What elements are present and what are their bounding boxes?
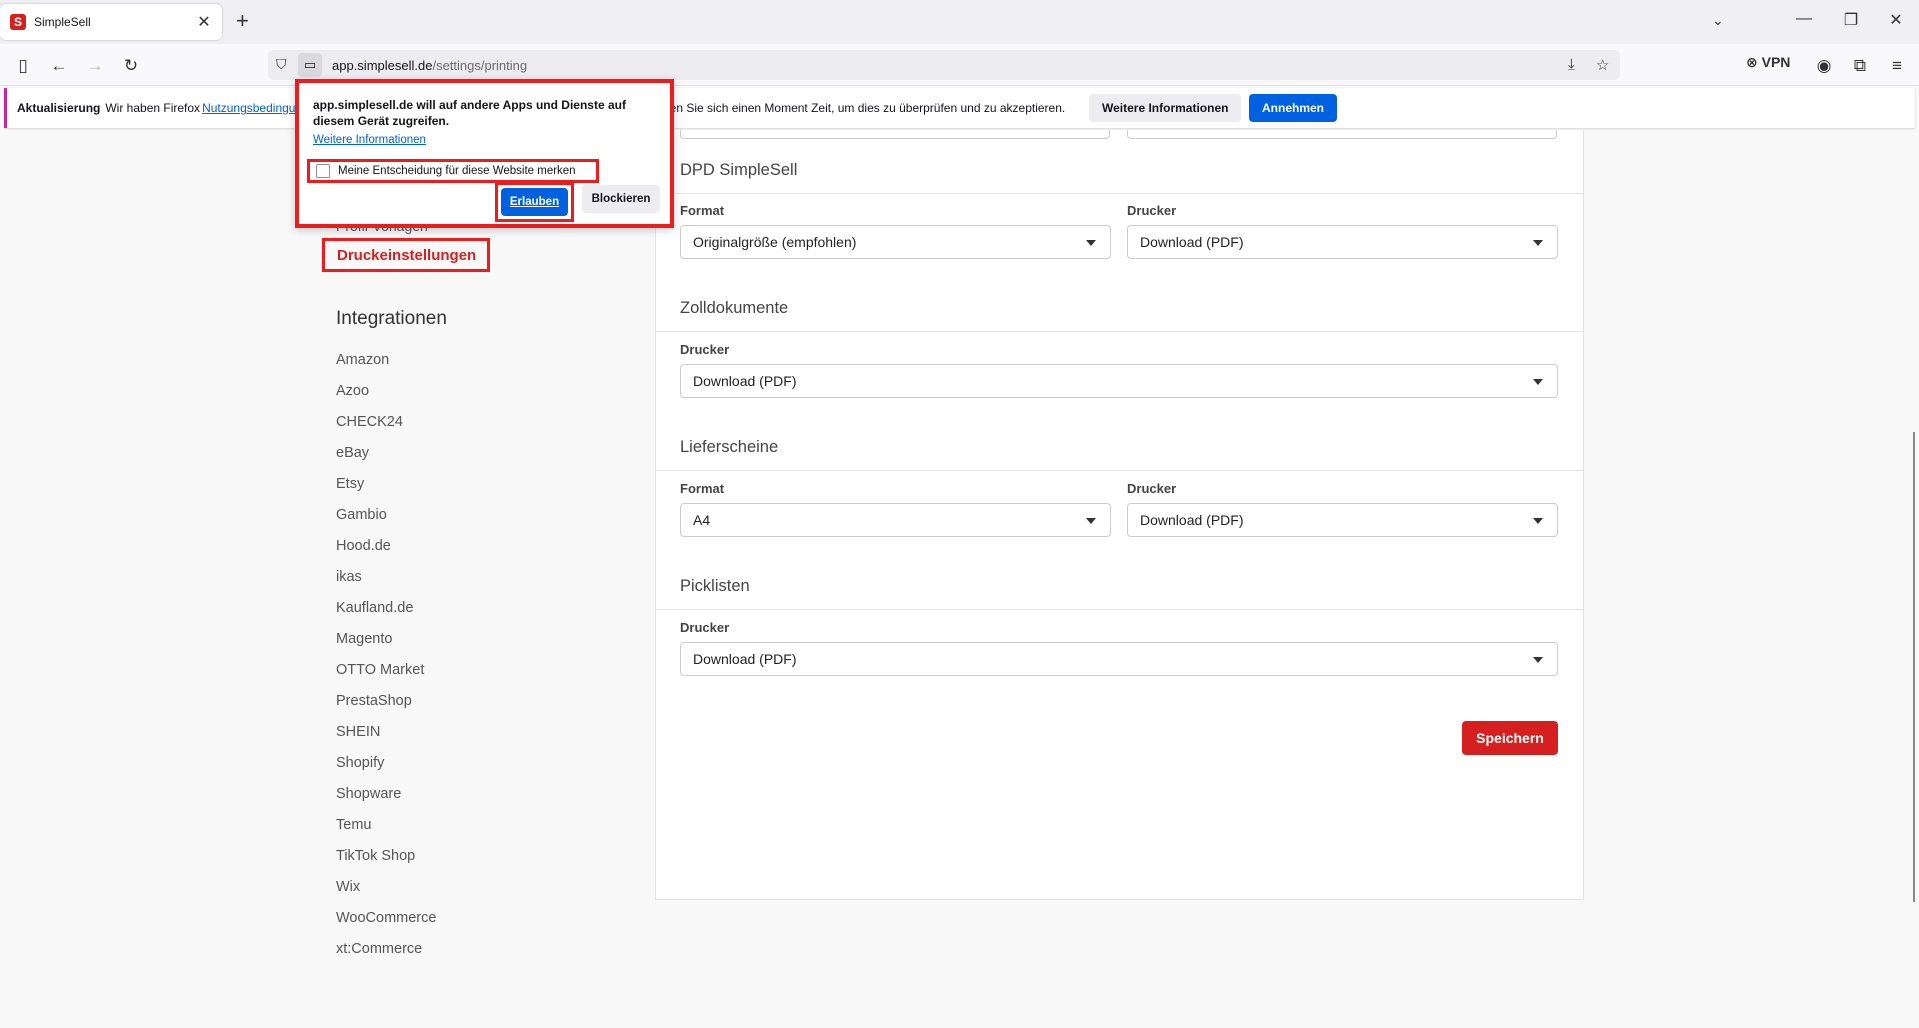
delivery-format-select[interactable]: A4 (680, 503, 1111, 537)
new-tab-button[interactable]: + (236, 10, 249, 32)
dpd-format-select[interactable]: Originalgröße (empfohlen) (680, 225, 1111, 259)
sidebar-item-integration[interactable]: Amazon (336, 350, 436, 381)
sidebar-item-integration[interactable]: Temu (336, 815, 436, 846)
sidebar-item-integration[interactable]: Shopware (336, 784, 436, 815)
permission-message: app.simplesell.de will auf andere Apps u… (313, 98, 626, 128)
notification-text: Wir haben Firefox (105, 101, 201, 115)
block-button[interactable]: Blockieren (582, 185, 660, 213)
sidebar-item-integration[interactable]: eBay (336, 443, 436, 474)
divider (656, 609, 1583, 610)
sidebar-item-integration[interactable]: TikTok Shop (336, 846, 436, 877)
permission-icon[interactable]: ▭ (298, 53, 322, 77)
sidebar-toggle-icon[interactable]: ▯ (12, 55, 34, 77)
notification-title: Aktualisierung (17, 101, 101, 115)
shield-icon[interactable]: ⛉ (276, 56, 287, 73)
window-close-icon[interactable]: ✕ (1886, 10, 1906, 30)
menu-icon[interactable]: ≡ (1886, 55, 1908, 77)
dpd-format-label: Format (680, 203, 725, 218)
sidebar-item-druckeinstellungen[interactable]: Druckeinstellungen (322, 238, 490, 272)
sidebar-item-integration[interactable]: Shopify (336, 753, 436, 784)
integrations-list: Amazon Azoo CHECK24 eBay Etsy Gambio Hood.de ik… (336, 350, 436, 970)
section-title-dpd: DPD SimpleSell (680, 161, 798, 179)
address-bar[interactable]: ⛉ ▭ app.simplesell.de/settings/printing … (268, 50, 1620, 80)
save-page-icon[interactable]: ⤓ (1568, 56, 1575, 73)
sidebar-item-integration[interactable]: OTTO Market (336, 660, 436, 691)
reload-icon[interactable]: ↻ (120, 55, 142, 77)
customs-printer-label: Drucker (680, 342, 730, 357)
back-arrow-icon[interactable]: ← (48, 55, 70, 77)
extensions-icon[interactable]: ⧉ (1849, 55, 1871, 77)
accept-button[interactable]: Annehmen (1249, 94, 1338, 122)
account-icon[interactable]: ◉ (1813, 55, 1835, 77)
more-info-button[interactable]: Weitere Informationen (1089, 94, 1242, 122)
checkbox-icon[interactable] (316, 164, 330, 178)
page-scrollbar[interactable] (1913, 432, 1915, 902)
sidebar-item-integration[interactable]: Gambio (336, 505, 436, 536)
caret-down-icon (1533, 240, 1543, 246)
remember-decision-label: Meine Entscheidung für diese Website mer… (338, 165, 576, 177)
caret-down-icon (1086, 518, 1096, 524)
minimize-icon[interactable]: — (1794, 10, 1814, 28)
picklist-printer-label: Drucker (680, 620, 730, 635)
partial-select[interactable] (680, 130, 1110, 139)
allow-button[interactable]: Erlauben (501, 188, 568, 216)
section-title-delivery-notes: Lieferscheine (680, 438, 779, 456)
sidebar-item-integration[interactable]: WooCommerce (336, 908, 436, 939)
device-access-permission-popup: app.simplesell.de will auf andere Apps u… (295, 79, 674, 228)
sidebar-item-integration[interactable]: ikas (336, 567, 436, 598)
divider (656, 331, 1583, 332)
sidebar-item-integration[interactable]: Wix (336, 877, 436, 908)
printing-settings-panel: DPD SimpleSell Format Originalgröße (emp… (655, 130, 1584, 900)
sidebar-item-integration[interactable]: xt:Commerce (336, 939, 436, 970)
terms-update-notification: Aktualisierung Wir haben Firefox Nutzung… (4, 88, 1915, 128)
page-content: Profil-Vorlagen Druckeinstellungen Integ… (0, 130, 1919, 1028)
delivery-format-label: Format (680, 481, 725, 496)
partial-select[interactable] (1127, 130, 1557, 139)
tab-strip: S SimpleSell ✕ + ⌄ — ❐ ✕ (0, 0, 1919, 44)
customs-printer-select[interactable]: Download (PDF) (680, 364, 1558, 398)
restore-icon[interactable]: ❐ (1841, 10, 1861, 30)
vpn-button[interactable]: ⊗ VPN (1746, 54, 1790, 71)
sidebar-item-integration[interactable]: Hood.de (336, 536, 436, 567)
sidebar-item-integration[interactable]: Azoo (336, 381, 436, 412)
simplesell-favicon-icon: S (10, 14, 26, 30)
dpd-printer-label: Drucker (1127, 203, 1177, 218)
sidebar-item-integration[interactable]: SHEIN (336, 722, 436, 753)
delivery-printer-select[interactable]: Download (PDF) (1127, 503, 1558, 537)
picklist-printer-select[interactable]: Download (PDF) (680, 642, 1558, 676)
tab-title: SimpleSell (34, 15, 91, 29)
url-text[interactable]: app.simplesell.de/settings/printing (332, 58, 527, 73)
sidebar-item-integration[interactable]: CHECK24 (336, 412, 436, 443)
caret-down-icon (1086, 240, 1096, 246)
allow-highlight: Erlauben (495, 182, 574, 222)
remember-decision-checkbox[interactable]: Meine Entscheidung für diese Website mer… (307, 159, 599, 183)
caret-down-icon (1533, 657, 1543, 663)
caret-down-icon (1533, 518, 1543, 524)
sidebar-item-integration[interactable]: PrestaShop (336, 691, 436, 722)
permission-more-info-link[interactable]: Weitere Informationen (313, 134, 426, 146)
close-icon[interactable]: ✕ (196, 12, 212, 32)
navigation-toolbar: ▯ ← → ↻ ⛉ ▭ app.simplesell.de/settings/p… (0, 44, 1919, 86)
sidebar-item-integration[interactable]: Kaufland.de (336, 598, 436, 629)
divider (656, 193, 1583, 194)
integrations-heading: Integrationen (336, 308, 447, 329)
delivery-printer-label: Drucker (1127, 481, 1177, 496)
section-title-customs: Zolldokumente (680, 299, 789, 317)
notification-text-end: nen Sie sich einen Moment Zeit, um dies … (663, 101, 1066, 115)
section-title-picklists: Picklisten (680, 577, 750, 595)
forward-arrow-icon[interactable]: → (84, 55, 106, 77)
dpd-printer-select[interactable]: Download (PDF) (1127, 225, 1558, 259)
caret-down-icon (1533, 379, 1543, 385)
tab-simplesell[interactable]: S SimpleSell ✕ (0, 4, 222, 40)
chevron-down-icon[interactable]: ⌄ (1712, 12, 1724, 29)
sidebar-item-integration[interactable]: Magento (336, 629, 436, 660)
sidebar-item-integration[interactable]: Etsy (336, 474, 436, 505)
divider (656, 470, 1583, 471)
bookmark-star-icon[interactable]: ☆ (1596, 56, 1609, 74)
save-button[interactable]: Speichern (1462, 721, 1558, 755)
